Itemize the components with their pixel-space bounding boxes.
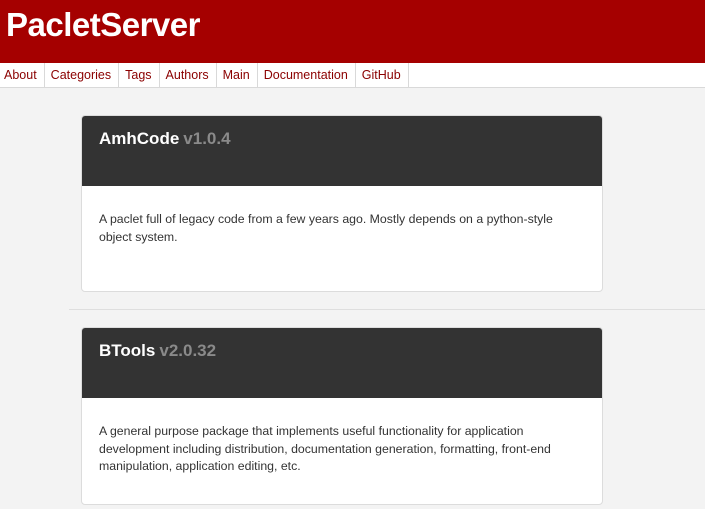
nav-link-authors[interactable]: Authors xyxy=(160,63,217,87)
nav-link-about[interactable]: About xyxy=(0,63,45,87)
nav-link-categories[interactable]: Categories xyxy=(45,63,120,87)
main-nav: About Categories Tags Authors Main Docum… xyxy=(0,63,705,88)
paclet-description: A general purpose package that implement… xyxy=(99,424,551,473)
paclet-card-btools: BTools v2.0.32 A general purpose package … xyxy=(81,327,603,505)
paclet-name[interactable]: AmhCode xyxy=(99,129,179,148)
paclet-card-header: AmhCode v1.0.4 xyxy=(82,116,602,186)
paclet-name[interactable]: BTools xyxy=(99,341,155,360)
nav-link-github[interactable]: GitHub xyxy=(356,63,409,87)
paclet-version: v2.0.32 xyxy=(159,341,217,360)
list-divider xyxy=(69,309,705,310)
nav-link-documentation[interactable]: Documentation xyxy=(258,63,356,87)
paclet-description: A paclet full of legacy code from a few … xyxy=(99,212,553,244)
paclet-card-header: BTools v2.0.32 xyxy=(82,328,602,398)
site-title[interactable]: PacletServer xyxy=(6,5,200,45)
paclet-title[interactable]: BTools v2.0.32 xyxy=(99,340,216,362)
paclet-card-amhcode: AmhCode v1.0.4 A paclet full of legacy co… xyxy=(81,115,603,292)
paclet-version: v1.0.4 xyxy=(183,129,231,148)
nav-link-main[interactable]: Main xyxy=(217,63,258,87)
nav-link-tags[interactable]: Tags xyxy=(119,63,160,87)
paclet-title[interactable]: AmhCode v1.0.4 xyxy=(99,128,231,150)
site-banner: PacletServer xyxy=(0,0,705,63)
